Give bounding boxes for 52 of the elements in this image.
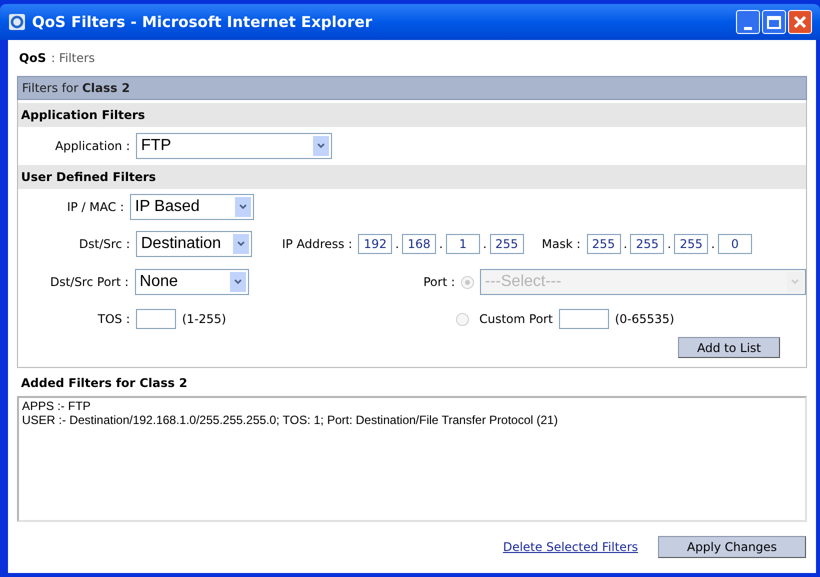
dot-separator: . xyxy=(624,236,628,253)
filter-entry[interactable]: APPS :- FTP xyxy=(22,399,802,413)
breadcrumb-section: QoS xyxy=(19,49,46,67)
octet-field[interactable]: 255 xyxy=(586,234,620,254)
minimize-icon xyxy=(744,27,752,30)
browser-logo-icon xyxy=(8,13,26,31)
close-button[interactable] xyxy=(788,10,812,34)
octet-field[interactable]: 255 xyxy=(674,234,708,254)
dropdown[interactable]: None xyxy=(134,269,250,295)
add-to-list-button[interactable]: Add to List xyxy=(678,337,780,358)
delete-filters-link[interactable]: Delete Selected Filters xyxy=(502,538,638,556)
dropdown[interactable]: IP Based xyxy=(130,194,254,220)
field-label: Application : xyxy=(54,138,130,155)
field-label: Dst/Src : xyxy=(78,236,130,253)
field-label: Custom Port xyxy=(479,311,553,328)
dot-separator: . xyxy=(395,236,400,253)
field-label: IP / MAC : xyxy=(66,199,124,216)
range-hint: (1-255) xyxy=(182,311,226,328)
field-label: Mask : xyxy=(542,236,580,253)
breadcrumb-page: : Filters xyxy=(51,50,95,67)
filters-list-box[interactable]: APPS :- FTP USER :- Destination/192.168.1.0/255.255.255.0; TOS: 1; Port: Destination/File Transfer Protocol (21) xyxy=(17,396,807,522)
section-title: Added Filters for Class 2 xyxy=(21,375,188,392)
custom-port-field[interactable] xyxy=(558,309,609,329)
header-text: Filters for Class 2 xyxy=(22,80,130,97)
dropdown[interactable]: FTP xyxy=(136,133,332,159)
field-label: IP Address : xyxy=(282,236,352,253)
octet-field[interactable]: 192 xyxy=(358,234,392,254)
dropdown[interactable]: Destination xyxy=(136,231,252,257)
close-icon xyxy=(793,15,807,29)
apply-changes-button[interactable]: Apply Changes xyxy=(658,536,806,558)
dot-separator: . xyxy=(439,236,443,253)
octet-field[interactable]: 255 xyxy=(630,234,664,254)
dot-separator: . xyxy=(482,236,487,253)
tos-field[interactable] xyxy=(136,309,176,329)
section-title: Application Filters xyxy=(21,107,146,124)
filter-entry[interactable]: USER :- Destination/192.168.1.0/255.255.255.0; TOS: 1; Port: Destination/File Transfer Protocol (21) xyxy=(22,413,802,427)
window-title: QoS Filters - Microsoft Internet Explorer xyxy=(32,12,374,33)
minimize-button[interactable] xyxy=(736,10,760,34)
octet-field[interactable]: 255 xyxy=(490,234,524,254)
section-title: User Defined Filters xyxy=(21,169,156,186)
field-label: TOS : xyxy=(96,311,130,328)
range-hint: (0-65535) xyxy=(614,311,674,328)
radio-button[interactable] xyxy=(456,312,470,326)
dot-separator: . xyxy=(667,236,672,253)
maximize-icon xyxy=(767,16,781,28)
maximize-button[interactable] xyxy=(762,10,786,34)
field-label: Port : xyxy=(423,274,456,291)
dot-separator: . xyxy=(711,236,715,253)
field-label: Dst/Src Port : xyxy=(49,274,129,291)
octet-field[interactable]: 0 xyxy=(718,234,752,254)
octet-field[interactable]: 168 xyxy=(402,234,436,254)
octet-field[interactable]: 1 xyxy=(446,234,480,254)
